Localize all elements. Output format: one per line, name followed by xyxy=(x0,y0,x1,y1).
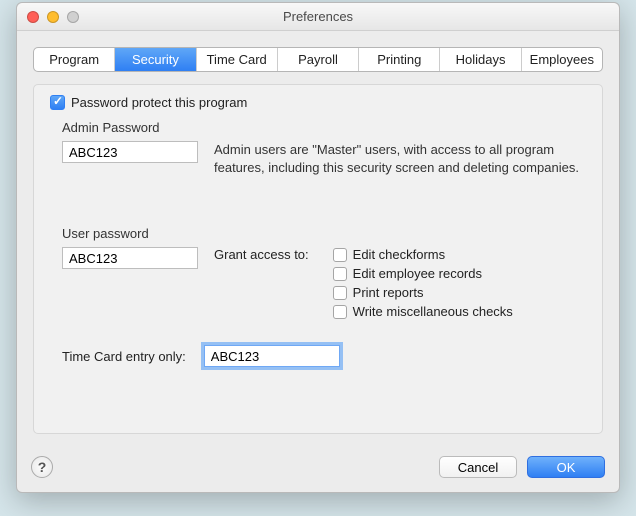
password-protect-checkbox[interactable] xyxy=(50,95,65,110)
admin-password-input[interactable] xyxy=(62,141,198,163)
perm-label: Write miscellaneous checks xyxy=(353,304,513,319)
user-password-input[interactable] xyxy=(62,247,198,269)
tab-payroll[interactable]: Payroll xyxy=(278,48,359,71)
window-title: Preferences xyxy=(25,9,611,24)
perm-label: Print reports xyxy=(353,285,424,300)
perm-write-misc-checks: Write miscellaneous checks xyxy=(333,304,513,319)
help-icon[interactable]: ? xyxy=(31,456,53,478)
minimize-icon[interactable] xyxy=(47,11,59,23)
tab-program[interactable]: Program xyxy=(34,48,115,71)
dialog-footer: ? Cancel OK xyxy=(17,448,619,492)
perm-label: Edit checkforms xyxy=(353,247,445,262)
grant-access-label: Grant access to: xyxy=(214,247,309,319)
close-icon[interactable] xyxy=(27,11,39,23)
window-controls xyxy=(27,11,79,23)
tab-bar: Program Security Time Card Payroll Print… xyxy=(33,47,603,72)
security-panel: Password protect this program Admin Pass… xyxy=(33,84,603,434)
grant-access-group: Grant access to: Edit checkforms Edit em… xyxy=(214,247,513,319)
preferences-window: Preferences Program Security Time Card P… xyxy=(16,2,620,493)
password-protect-row: Password protect this program xyxy=(50,95,586,110)
timecard-entry-label: Time Card entry only: xyxy=(62,349,186,364)
perm-edit-checkforms: Edit checkforms xyxy=(333,247,513,262)
user-password-label: User password xyxy=(62,226,586,241)
perm-print-reports: Print reports xyxy=(333,285,513,300)
timecard-entry-row: Time Card entry only: xyxy=(62,345,586,367)
tab-security[interactable]: Security xyxy=(115,48,196,71)
tab-time-card[interactable]: Time Card xyxy=(197,48,278,71)
zoom-icon xyxy=(67,11,79,23)
tab-employees[interactable]: Employees xyxy=(522,48,602,71)
admin-password-description: Admin users are "Master" users, with acc… xyxy=(214,141,586,176)
tab-printing[interactable]: Printing xyxy=(359,48,440,71)
permission-list: Edit checkforms Edit employee records Pr… xyxy=(333,247,513,319)
admin-password-row: Admin users are "Master" users, with acc… xyxy=(62,141,586,176)
perm-label: Edit employee records xyxy=(353,266,482,281)
perm-edit-employee-records-checkbox[interactable] xyxy=(333,267,347,281)
tab-holidays[interactable]: Holidays xyxy=(440,48,521,71)
titlebar: Preferences xyxy=(17,3,619,31)
timecard-entry-input[interactable] xyxy=(204,345,340,367)
password-protect-label: Password protect this program xyxy=(71,95,247,110)
user-password-row: Grant access to: Edit checkforms Edit em… xyxy=(62,247,586,319)
perm-print-reports-checkbox[interactable] xyxy=(333,286,347,300)
perm-edit-checkforms-checkbox[interactable] xyxy=(333,248,347,262)
ok-button[interactable]: OK xyxy=(527,456,605,478)
cancel-button[interactable]: Cancel xyxy=(439,456,517,478)
admin-password-label: Admin Password xyxy=(62,120,586,135)
content-area: Program Security Time Card Payroll Print… xyxy=(17,31,619,448)
perm-edit-employee-records: Edit employee records xyxy=(333,266,513,281)
perm-write-misc-checks-checkbox[interactable] xyxy=(333,305,347,319)
